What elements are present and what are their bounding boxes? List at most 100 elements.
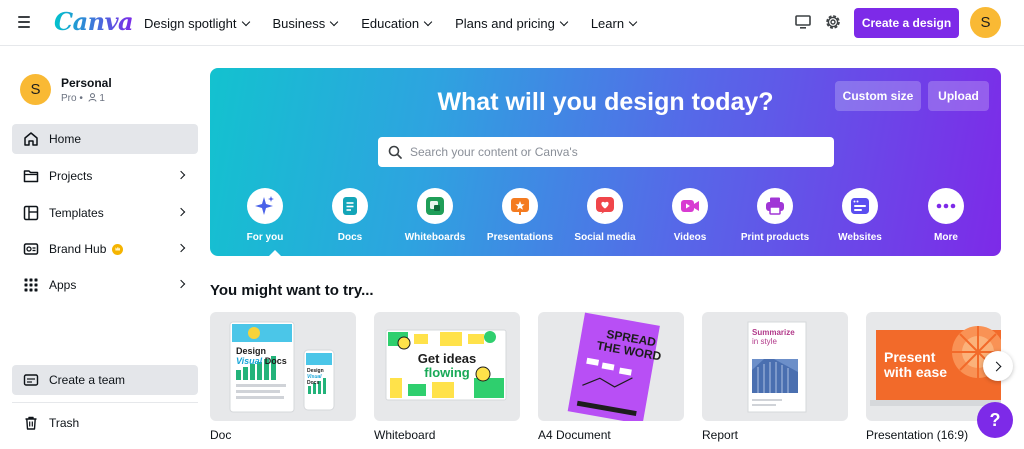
avatar: S	[20, 74, 51, 105]
chevron-right-icon	[176, 170, 186, 180]
category-presentations[interactable]: Presentations	[475, 186, 565, 246]
suggestions-title: You might want to try...	[210, 282, 374, 299]
suggestion-tile-doc[interactable]: Design Visual Docs Design Visual Docs	[210, 312, 356, 421]
sidebar-item-label: Templates	[49, 206, 104, 220]
category-label: Social media	[574, 232, 636, 243]
crown-icon	[112, 243, 124, 255]
suggestion-tile-a4-document[interactable]: SPREAD THE WORD	[538, 312, 684, 421]
presentation-icon	[502, 188, 538, 224]
thumb-text: Visual	[236, 356, 263, 366]
home-icon	[22, 131, 39, 148]
custom-size-button[interactable]: Custom size	[835, 81, 921, 111]
sidebar-item-apps[interactable]: Apps	[12, 270, 198, 300]
top-navigation: Canva Design spotlight Business Educatio…	[0, 0, 1024, 46]
help-button[interactable]: ?	[977, 402, 1013, 438]
chevron-right-icon	[176, 207, 186, 217]
thumb-text: Docs	[264, 356, 287, 366]
sidebar-item-templates[interactable]: Templates	[12, 198, 198, 228]
category-label: Websites	[838, 232, 882, 243]
folder-icon	[22, 168, 39, 185]
category-social-media[interactable]: Social media	[560, 186, 650, 246]
chevron-right-icon	[176, 279, 186, 289]
nav-design-spotlight[interactable]: Design spotlight	[144, 16, 250, 31]
search-input[interactable]	[410, 145, 810, 159]
thumb-text: Design	[236, 346, 267, 356]
trash-icon	[22, 415, 39, 432]
apps-grid-icon	[22, 277, 39, 294]
thumb-text: in style	[752, 337, 777, 346]
category-for-you[interactable]: For you	[220, 186, 310, 256]
category-docs[interactable]: Docs	[305, 186, 395, 246]
category-more[interactable]: More	[901, 186, 991, 246]
suggestion-tile-whiteboard[interactable]: Get ideas flowing	[374, 312, 520, 421]
sidebar-item-label: Projects	[49, 169, 93, 183]
category-print-products[interactable]: Print products	[730, 186, 820, 246]
sidebar-item-label: Home	[49, 132, 82, 146]
sidebar-divider	[12, 402, 198, 403]
thumb-text: Present	[884, 349, 936, 365]
sidebar-item-brand-hub[interactable]: Brand Hub	[12, 234, 198, 264]
profile-switcher[interactable]: S Personal Pro • 1	[20, 74, 200, 108]
profile-name: Personal	[61, 76, 112, 90]
thumb-heading: Get ideas flowing	[374, 352, 520, 380]
tile-label-a4-document[interactable]: A4 Document	[538, 428, 611, 442]
thumb-text: Get ideas	[417, 351, 477, 366]
category-websites[interactable]: Websites	[815, 186, 905, 246]
sidebar-item-home[interactable]: Home	[12, 124, 198, 154]
create-team-button[interactable]: Create a team	[12, 365, 198, 395]
templates-icon	[22, 205, 39, 222]
thumb-heading: Present with ease	[884, 350, 947, 380]
nav-education[interactable]: Education	[361, 15, 433, 31]
nav-link-label: Plans and pricing	[455, 15, 555, 31]
menu-icon[interactable]	[18, 14, 32, 28]
video-icon	[672, 188, 708, 224]
thumb-text: with ease	[884, 364, 948, 380]
monitor-icon[interactable]	[795, 15, 811, 30]
tile-label-whiteboard[interactable]: Whiteboard	[374, 428, 435, 442]
thumb-text: Docs	[307, 380, 320, 386]
upload-button[interactable]: Upload	[928, 81, 989, 111]
whiteboard-icon	[417, 188, 453, 224]
nav-link-label: Education	[361, 15, 420, 31]
sidebar-item-projects[interactable]: Projects	[12, 161, 198, 191]
create-design-button[interactable]: Create a design	[854, 8, 959, 38]
chevron-right-icon	[991, 361, 1002, 371]
category-whiteboards[interactable]: Whiteboards	[390, 186, 480, 246]
chevron-down-icon	[330, 17, 339, 26]
carousel-next-button[interactable]	[983, 351, 1013, 381]
account-avatar[interactable]: S	[970, 7, 1001, 38]
category-label: For you	[246, 232, 284, 243]
category-label: Presentations	[486, 232, 554, 243]
thumb-heading: Design Visual Docs	[236, 346, 287, 366]
category-videos[interactable]: Videos	[645, 186, 735, 246]
more-icon	[928, 188, 964, 224]
suggestion-tile-report[interactable]: Summarize in style	[702, 312, 848, 421]
sidebar-item-label: Apps	[49, 278, 77, 292]
chevron-down-icon	[423, 17, 433, 26]
nav-plans-pricing[interactable]: Plans and pricing	[455, 15, 569, 31]
nav-link-label: Business	[272, 15, 326, 31]
tile-label-presentation[interactable]: Presentation (16:9)	[866, 428, 968, 442]
search-bar	[378, 137, 834, 167]
search-icon	[388, 145, 402, 159]
sidebar-item-label: Brand Hub	[49, 242, 107, 256]
tile-label-report[interactable]: Report	[702, 428, 738, 442]
nav-links: Design spotlight Business Education Plan…	[144, 0, 660, 46]
chevron-down-icon	[628, 17, 638, 26]
gear-icon[interactable]	[824, 13, 842, 31]
tile-label-doc[interactable]: Doc	[210, 428, 231, 442]
category-label: Whiteboards	[404, 232, 466, 243]
sidebar-item-trash[interactable]: Trash	[12, 408, 198, 438]
profile-plan: Pro • 1	[61, 93, 105, 104]
heart-icon	[587, 188, 623, 224]
doc-icon	[332, 188, 368, 224]
nav-learn[interactable]: Learn	[591, 16, 638, 31]
doc-thumbnail	[229, 321, 335, 413]
website-icon	[842, 188, 878, 224]
category-label: Docs	[337, 232, 363, 243]
nav-business[interactable]: Business	[272, 15, 339, 31]
sidebar: S Personal Pro • 1 Home Projects Templat…	[0, 47, 210, 449]
canva-logo[interactable]: Canva	[54, 7, 134, 36]
suggestion-tile-presentation[interactable]: Present with ease	[866, 312, 1001, 421]
sidebar-item-label: Create a team	[49, 373, 126, 387]
